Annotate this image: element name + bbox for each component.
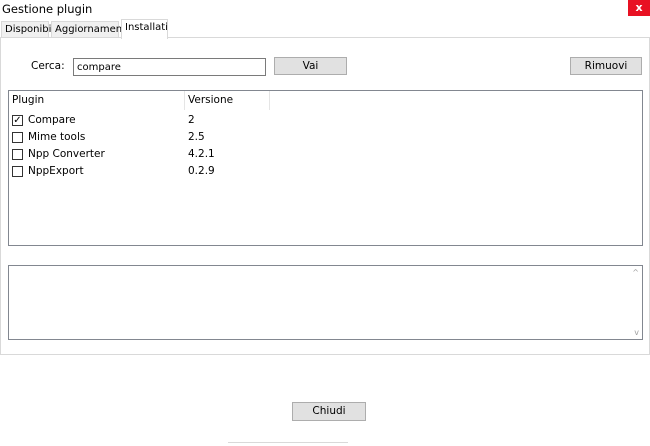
plugin-version: 4.2.1 [188, 148, 215, 160]
plugin-checkbox[interactable] [12, 132, 23, 143]
plugin-description-box[interactable]: ^ v [8, 265, 643, 340]
column-header-plugin[interactable]: Plugin [9, 91, 185, 110]
close-button[interactable]: Chiudi [292, 402, 366, 421]
installed-panel: Cerca: Vai Rimuovi Plugin Versione ✓ Com… [0, 37, 650, 355]
tab-disponibili[interactable]: Disponibili [1, 21, 57, 38]
search-label: Cerca: [31, 60, 65, 72]
list-header: Plugin Versione [9, 91, 642, 110]
plugin-version: 2.5 [188, 131, 205, 143]
close-window-button[interactable]: x [628, 0, 650, 16]
plugin-list[interactable]: Plugin Versione ✓ Compare 2 Mime tools 2… [8, 90, 643, 246]
plugin-version: 2 [188, 114, 195, 126]
plugin-checkbox[interactable] [12, 166, 23, 177]
checkmark-icon: ✓ [13, 115, 22, 126]
list-item[interactable]: Mime tools 2.5 [9, 129, 642, 146]
go-button[interactable]: Vai [274, 57, 347, 75]
title-bar: Gestione plugin x [0, 0, 650, 18]
list-item[interactable]: Npp Converter 4.2.1 [9, 146, 642, 163]
plugin-name: Compare [28, 114, 76, 126]
column-header-version[interactable]: Versione [185, 91, 270, 110]
tab-bar: Disponibili Aggiornamenti Installati [0, 19, 650, 39]
plugin-checkbox[interactable]: ✓ [12, 115, 23, 126]
bottom-divider [228, 442, 348, 446]
plugin-name: Mime tools [28, 131, 86, 143]
scroll-down-icon[interactable]: v [634, 328, 639, 337]
list-item[interactable]: NppExport 0.2.9 [9, 163, 642, 180]
plugin-checkbox[interactable] [12, 149, 23, 160]
plugin-name: NppExport [28, 165, 84, 177]
tab-installati[interactable]: Installati [121, 19, 168, 39]
search-input[interactable] [73, 58, 266, 76]
list-item[interactable]: ✓ Compare 2 [9, 112, 642, 129]
plugin-name: Npp Converter [28, 148, 105, 160]
remove-button[interactable]: Rimuovi [570, 57, 642, 75]
tab-aggiornamenti[interactable]: Aggiornamenti [51, 21, 129, 38]
window-title: Gestione plugin [2, 2, 93, 16]
plugin-version: 0.2.9 [188, 165, 215, 177]
scroll-up-icon[interactable]: ^ [632, 268, 639, 277]
